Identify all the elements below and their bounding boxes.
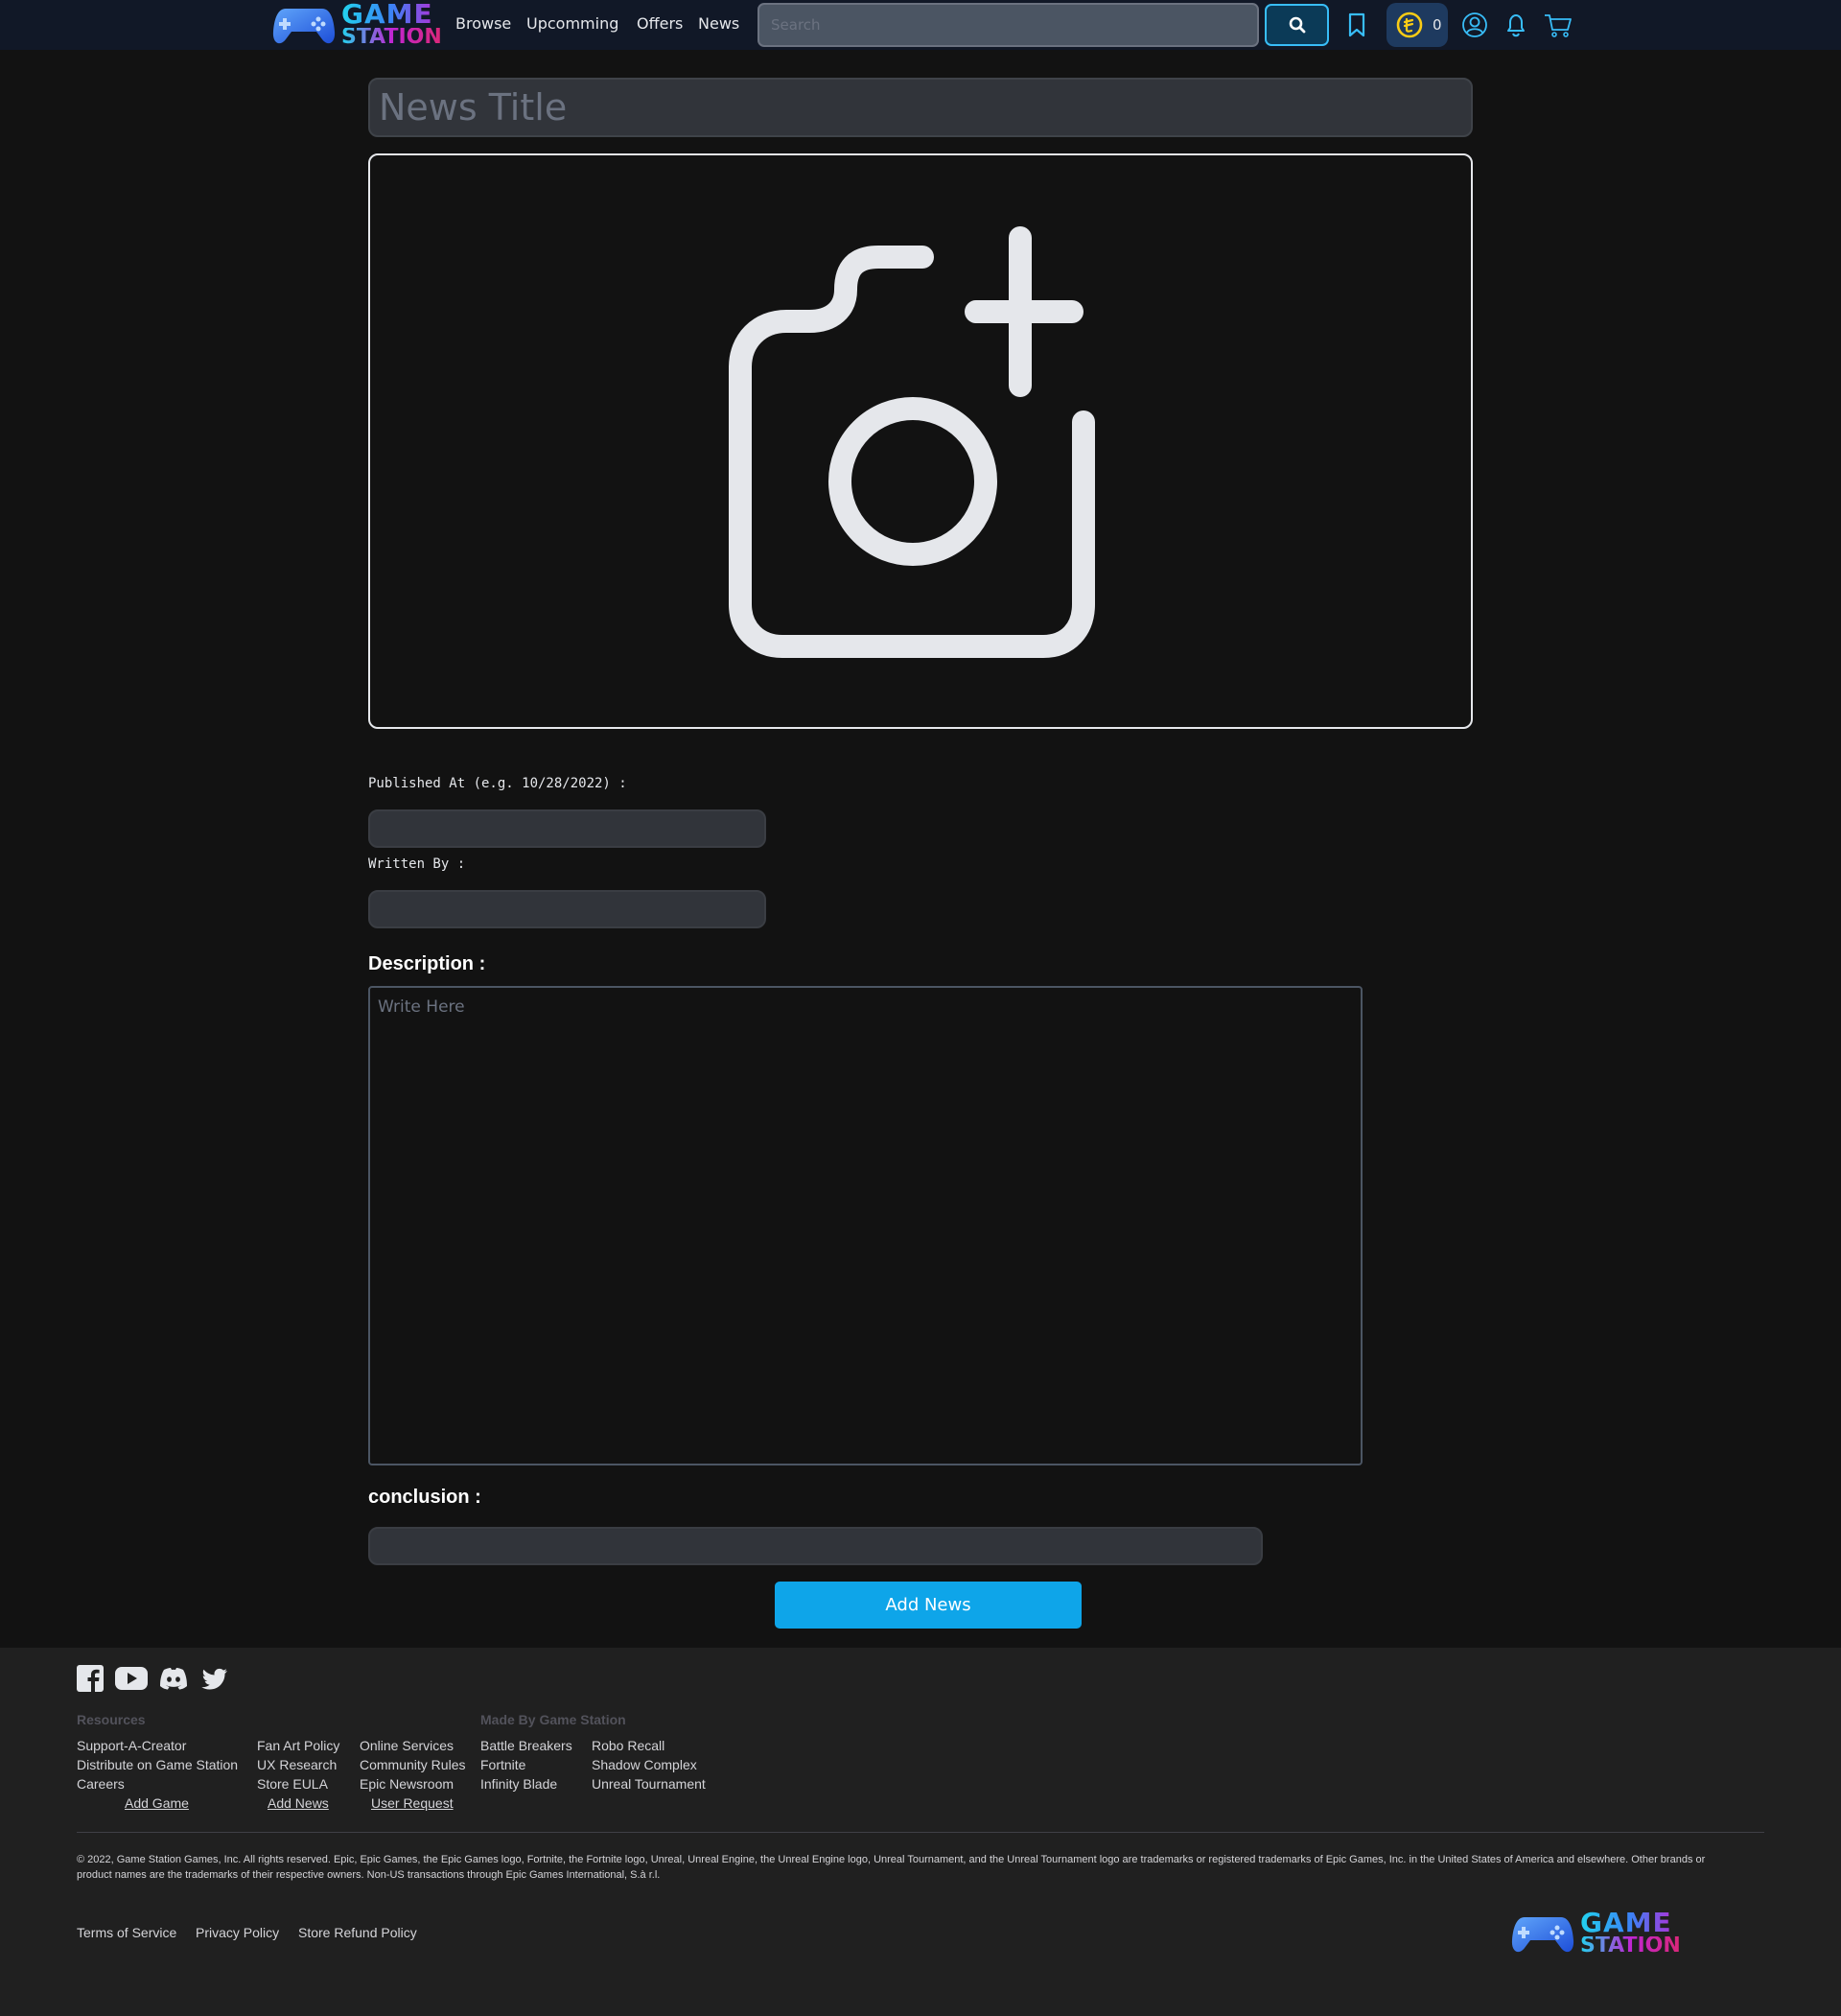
coin-count: 0 — [1433, 16, 1442, 34]
footer-link-careers[interactable]: Careers — [77, 1776, 125, 1792]
footer-brand-line2: STATION — [1580, 1933, 1681, 1957]
footer-link-epic-newsroom[interactable]: Epic Newsroom — [360, 1776, 454, 1792]
terms-of-service-link[interactable]: Terms of Service — [77, 1925, 176, 1940]
top-navbar: GAME STATION Browse Upcomming Offers New… — [0, 0, 1841, 50]
user-icon[interactable] — [1461, 12, 1488, 38]
footer-add-game-link[interactable]: Add Game — [125, 1795, 189, 1811]
brand-wordmark: GAME STATION — [341, 1, 442, 49]
facebook-icon[interactable] — [77, 1665, 104, 1692]
footer-brand-logo[interactable]: GAME STATION — [1511, 1910, 1681, 1957]
footer-link-store-eula[interactable]: Store EULA — [257, 1776, 328, 1792]
published-at-label: Published At (e.g. 10/28/2022) : — [368, 776, 627, 791]
search-icon — [1289, 16, 1305, 34]
footer-link-community-rules[interactable]: Community Rules — [360, 1757, 465, 1772]
resources-heading: Resources — [77, 1712, 146, 1727]
conclusion-input[interactable] — [368, 1527, 1263, 1565]
published-at-input[interactable] — [368, 809, 766, 848]
nav-browse[interactable]: Browse — [455, 14, 511, 33]
copyright-text: © 2022, Game Station Games, Inc. All rig… — [77, 1854, 1706, 1881]
footer-user-request-link[interactable]: User Request — [371, 1795, 454, 1811]
made-by-heading: Made By Game Station — [480, 1712, 626, 1727]
footer-link-shadow-complex[interactable]: Shadow Complex — [592, 1757, 697, 1772]
footer-link-battle-breakers[interactable]: Battle Breakers — [480, 1738, 572, 1753]
description-label: Description : — [368, 953, 486, 974]
add-news-button[interactable]: Add News — [775, 1582, 1082, 1629]
privacy-policy-link[interactable]: Privacy Policy — [196, 1925, 279, 1940]
nav-news[interactable]: News — [698, 14, 739, 33]
search-input[interactable] — [757, 3, 1259, 47]
news-title-input[interactable] — [368, 78, 1473, 137]
brand-line2: STATION — [341, 24, 442, 49]
add-photo-icon — [729, 226, 1095, 658]
discord-icon[interactable] — [158, 1665, 189, 1692]
coin-icon — [1396, 12, 1423, 38]
footer-link-ux-research[interactable]: UX Research — [257, 1757, 337, 1772]
coin-balance[interactable]: 0 — [1387, 3, 1448, 47]
written-by-label: Written By : — [368, 856, 466, 872]
footer-brand-wordmark: GAME STATION — [1580, 1910, 1681, 1957]
gamepad-icon — [1511, 1916, 1574, 1952]
footer-add-news-link[interactable]: Add News — [268, 1795, 329, 1811]
footer-link-online-services[interactable]: Online Services — [360, 1738, 454, 1753]
conclusion-label: conclusion : — [368, 1487, 481, 1508]
written-by-input[interactable] — [368, 890, 766, 928]
footer-link-distribute[interactable]: Distribute on Game Station — [77, 1757, 238, 1772]
gamepad-icon — [272, 8, 336, 43]
image-upload-area[interactable] — [368, 153, 1473, 729]
footer-brand-line1: GAME — [1580, 1910, 1681, 1936]
bookmark-icon[interactable] — [1346, 12, 1367, 38]
footer-divider — [77, 1832, 1764, 1833]
brand-line1: GAME — [341, 1, 442, 28]
bell-icon[interactable] — [1503, 12, 1528, 38]
footer-link-unreal-tournament[interactable]: Unreal Tournament — [592, 1776, 706, 1792]
footer-link-robo-recall[interactable]: Robo Recall — [592, 1738, 664, 1753]
cart-icon[interactable] — [1543, 12, 1573, 38]
search-button[interactable] — [1265, 4, 1329, 46]
store-refund-policy-link[interactable]: Store Refund Policy — [298, 1925, 417, 1940]
footer-link-infinity-blade[interactable]: Infinity Blade — [480, 1776, 557, 1792]
footer-link-support-a-creator[interactable]: Support-A-Creator — [77, 1738, 186, 1753]
youtube-icon[interactable] — [115, 1665, 148, 1692]
description-textarea[interactable] — [368, 986, 1363, 1465]
footer-link-fan-art-policy[interactable]: Fan Art Policy — [257, 1738, 339, 1753]
footer-link-fortnite[interactable]: Fortnite — [480, 1757, 525, 1772]
nav-offers[interactable]: Offers — [637, 14, 683, 33]
nav-upcomming[interactable]: Upcomming — [526, 14, 618, 33]
twitter-icon[interactable] — [200, 1665, 229, 1692]
brand-logo[interactable]: GAME STATION — [272, 1, 442, 49]
